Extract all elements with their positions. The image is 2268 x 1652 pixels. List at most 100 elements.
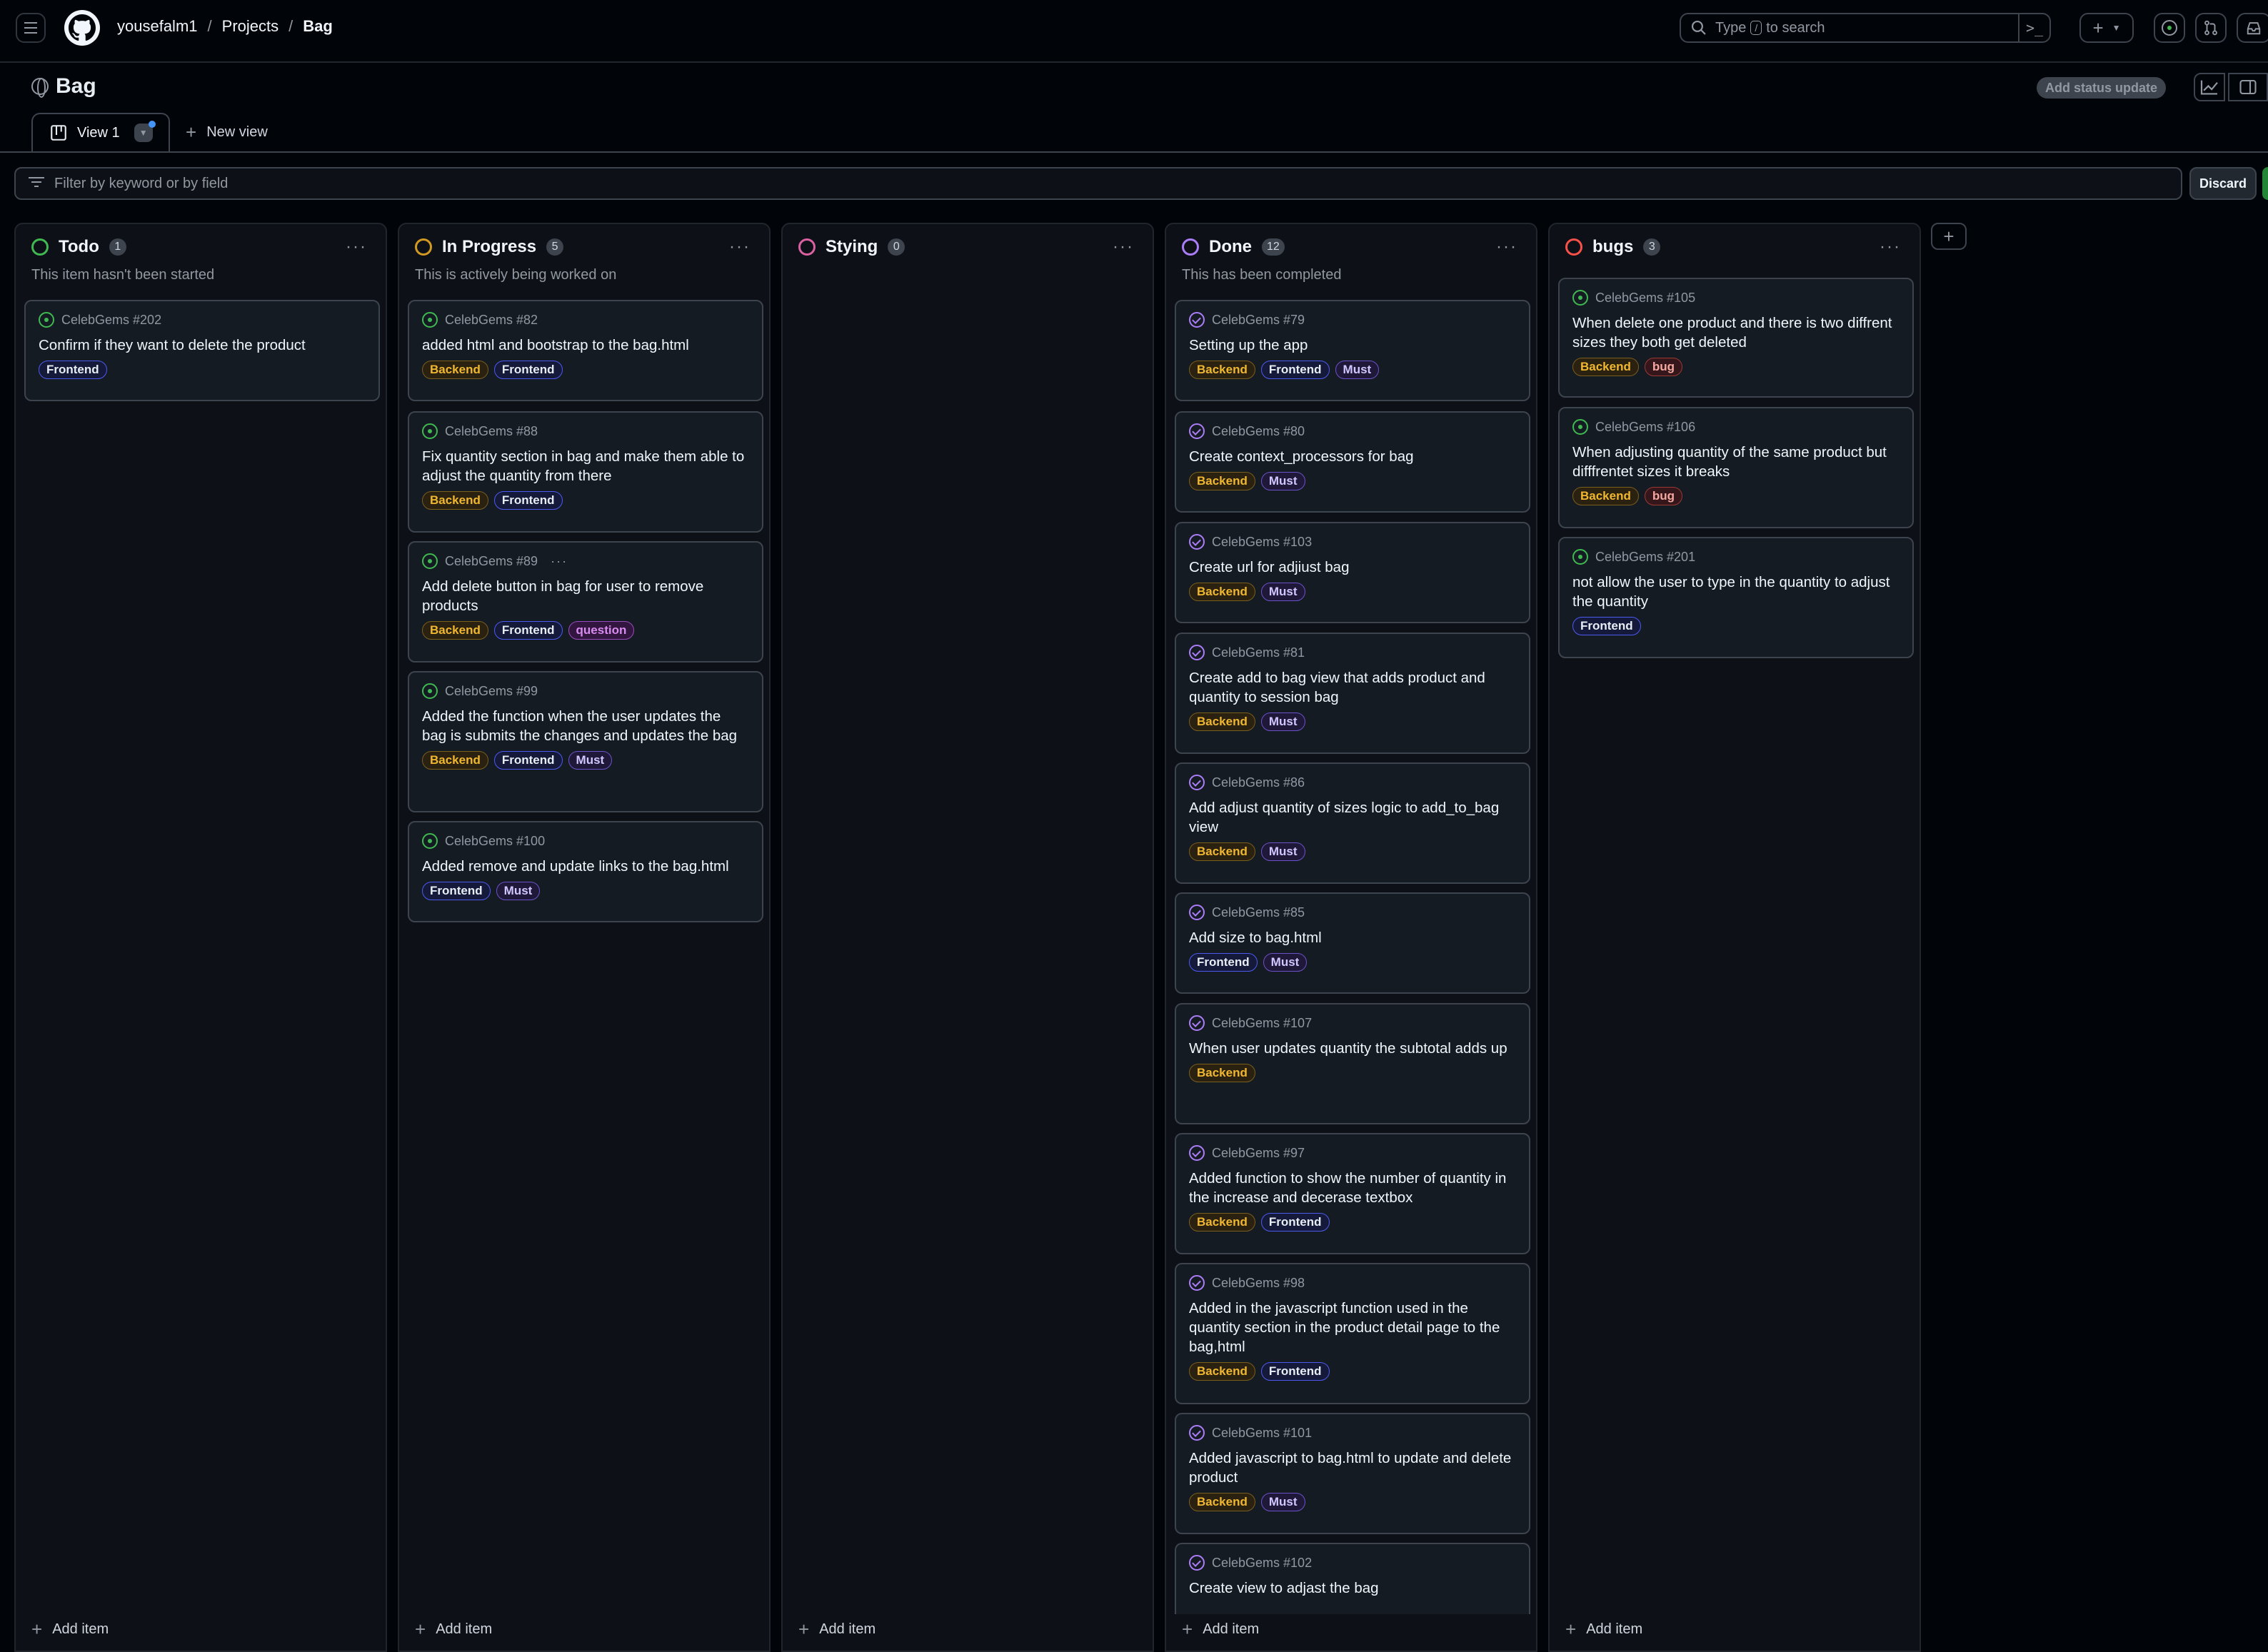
issue-reference[interactable]: CelebGems #80 (1212, 424, 1305, 439)
issue-card[interactable]: CelebGems #103 Create url for adjiust ba… (1175, 522, 1530, 623)
breadcrumb-owner[interactable]: yousefalm1 (117, 17, 198, 36)
issue-title[interactable]: Added in the javascript function used in… (1189, 1299, 1516, 1356)
label-badge: Backend (1189, 1362, 1255, 1381)
issue-reference[interactable]: CelebGems #79 (1212, 313, 1305, 328)
search-input[interactable]: Type / to search >_ (1680, 13, 2051, 43)
new-view-button[interactable]: + New view (170, 113, 268, 151)
inbox-button[interactable] (2237, 13, 2268, 43)
issue-title[interactable]: Create context_processors for bag (1189, 447, 1516, 466)
issue-reference[interactable]: CelebGems #98 (1212, 1276, 1305, 1291)
issue-card[interactable]: CelebGems #100 Added remove and update l… (408, 821, 763, 922)
issue-reference[interactable]: CelebGems #89 (445, 554, 538, 569)
issue-title[interactable]: When delete one product and there is two… (1572, 313, 1900, 352)
issue-title[interactable]: Setting up the app (1189, 336, 1516, 355)
issue-card[interactable]: CelebGems #98 Added in the javascript fu… (1175, 1263, 1530, 1404)
issue-card[interactable]: CelebGems #85 Add size to bag.html Front… (1175, 892, 1530, 994)
issue-card[interactable]: CelebGems #97 Added function to show the… (1175, 1133, 1530, 1254)
issue-title[interactable]: Add delete button in bag for user to rem… (422, 577, 749, 615)
issue-reference[interactable]: CelebGems #107 (1212, 1016, 1312, 1031)
tab-view-1[interactable]: View 1 ▼ (31, 113, 170, 151)
issue-card[interactable]: CelebGems #79 Setting up the app Backend… (1175, 300, 1530, 401)
issue-reference[interactable]: CelebGems #97 (1212, 1146, 1305, 1161)
issue-title[interactable]: not allow the user to type in the quanti… (1572, 573, 1900, 611)
column-menu-icon[interactable]: ··· (729, 237, 751, 257)
issue-card[interactable]: CelebGems #107 When user updates quantit… (1175, 1003, 1530, 1124)
issue-reference[interactable]: CelebGems #202 (61, 313, 161, 328)
search-icon (1691, 20, 1706, 35)
issue-card[interactable]: CelebGems #102 Create view to adjast the… (1175, 1543, 1530, 1614)
issue-title[interactable]: Added function to show the number of qua… (1189, 1169, 1516, 1207)
issue-reference[interactable]: CelebGems #85 (1212, 905, 1305, 920)
label-badge: Backend (1189, 712, 1255, 731)
add-item-button[interactable]: + Add item (1182, 1618, 1259, 1641)
issue-card[interactable]: CelebGems #86 Add adjust quantity of siz… (1175, 762, 1530, 884)
issue-card[interactable]: CelebGems #106 When adjusting quantity o… (1558, 407, 1914, 528)
issue-card[interactable]: CelebGems #105 When delete one product a… (1558, 278, 1914, 398)
issue-title[interactable]: Create add to bag view that adds product… (1189, 668, 1516, 707)
issue-reference[interactable]: CelebGems #101 (1212, 1426, 1312, 1441)
issue-title[interactable]: Added the function when the user updates… (422, 707, 749, 745)
column-menu-icon[interactable]: ··· (346, 237, 367, 257)
add-status-update-button[interactable]: Add status update (2037, 77, 2167, 99)
card-menu-icon[interactable]: ··· (551, 554, 568, 569)
column-menu-icon[interactable]: ··· (1496, 237, 1517, 257)
issue-reference[interactable]: CelebGems #102 (1212, 1556, 1312, 1571)
issue-reference[interactable]: CelebGems #100 (445, 834, 545, 849)
issue-reference[interactable]: CelebGems #82 (445, 313, 538, 328)
card-meta: CelebGems #99 (422, 683, 749, 700)
menu-icon[interactable] (16, 13, 46, 43)
issue-reference[interactable]: CelebGems #81 (1212, 645, 1305, 660)
issues-button[interactable] (2154, 13, 2185, 43)
issue-title[interactable]: When adjusting quantity of the same prod… (1572, 443, 1900, 481)
issue-card[interactable]: CelebGems #99 Added the function when th… (408, 671, 763, 812)
issue-card[interactable]: CelebGems #81 Create add to bag view tha… (1175, 633, 1530, 754)
add-item-button[interactable]: + Add item (798, 1618, 875, 1641)
insights-button[interactable] (2194, 73, 2225, 101)
issue-card[interactable]: CelebGems #202 Confirm if they want to d… (24, 300, 380, 401)
issue-reference[interactable]: CelebGems #88 (445, 424, 538, 439)
issue-reference[interactable]: CelebGems #86 (1212, 775, 1305, 790)
add-column-button[interactable]: + (1931, 223, 1967, 250)
discard-button[interactable]: Discard (2189, 167, 2257, 200)
board-column: Stying 0 ··· + Add item (781, 223, 1154, 1652)
issue-reference[interactable]: CelebGems #106 (1595, 420, 1695, 435)
issue-title[interactable]: Confirm if they want to delete the produ… (39, 336, 366, 355)
issue-card[interactable]: CelebGems #82 added html and bootstrap t… (408, 300, 763, 401)
issue-card[interactable]: CelebGems #80 Create context_processors … (1175, 411, 1530, 513)
side-panel-button[interactable] (2228, 73, 2268, 101)
pull-requests-button[interactable] (2195, 13, 2227, 43)
save-button[interactable] (2262, 167, 2268, 200)
issue-card[interactable]: CelebGems #88 Fix quantity section in ba… (408, 411, 763, 533)
issue-reference[interactable]: CelebGems #99 (445, 684, 538, 699)
command-palette-icon[interactable]: >_ (2018, 13, 2049, 43)
issue-title[interactable]: added html and bootstrap to the bag.html (422, 336, 749, 355)
issue-title[interactable]: Added javascript to bag.html to update a… (1189, 1449, 1516, 1487)
issue-reference[interactable]: CelebGems #105 (1595, 291, 1695, 306)
issue-reference[interactable]: CelebGems #103 (1212, 535, 1312, 550)
issue-title[interactable]: Add size to bag.html (1189, 928, 1516, 947)
issue-card[interactable]: CelebGems #89 ··· Add delete button in ba… (408, 541, 763, 663)
issue-card[interactable]: CelebGems #101 Added javascript to bag.h… (1175, 1413, 1530, 1534)
add-item-button[interactable]: + Add item (31, 1618, 109, 1641)
github-logo-icon[interactable] (64, 10, 100, 46)
breadcrumb-projects[interactable]: Projects (222, 17, 279, 36)
issue-reference[interactable]: CelebGems #201 (1595, 550, 1695, 565)
label-badge: bug (1644, 487, 1683, 505)
add-item-button[interactable]: + Add item (1565, 1618, 1642, 1641)
issue-title[interactable]: Create view to adjast the bag (1189, 1578, 1516, 1598)
issue-title[interactable]: Add adjust quantity of sizes logic to ad… (1189, 798, 1516, 837)
breadcrumb-current[interactable]: Bag (303, 17, 333, 36)
plus-icon: + (1943, 225, 1955, 247)
card-meta: CelebGems #202 (39, 311, 366, 328)
column-menu-icon[interactable]: ··· (1880, 237, 1901, 257)
add-item-button[interactable]: + Add item (415, 1618, 492, 1641)
issue-title[interactable]: When user updates quantity the subtotal … (1189, 1039, 1516, 1058)
column-menu-icon[interactable]: ··· (1113, 237, 1134, 257)
issue-title[interactable]: Create url for adjiust bag (1189, 558, 1516, 577)
issue-title[interactable]: Added remove and update links to the bag… (422, 857, 749, 876)
create-new-button[interactable]: + ▼ (2079, 13, 2134, 43)
view-options-button[interactable]: ▼ (134, 121, 156, 142)
issue-title[interactable]: Fix quantity section in bag and make the… (422, 447, 749, 485)
issue-card[interactable]: CelebGems #201 not allow the user to typ… (1558, 537, 1914, 658)
filter-input[interactable]: Filter by keyword or by field (14, 167, 2182, 200)
